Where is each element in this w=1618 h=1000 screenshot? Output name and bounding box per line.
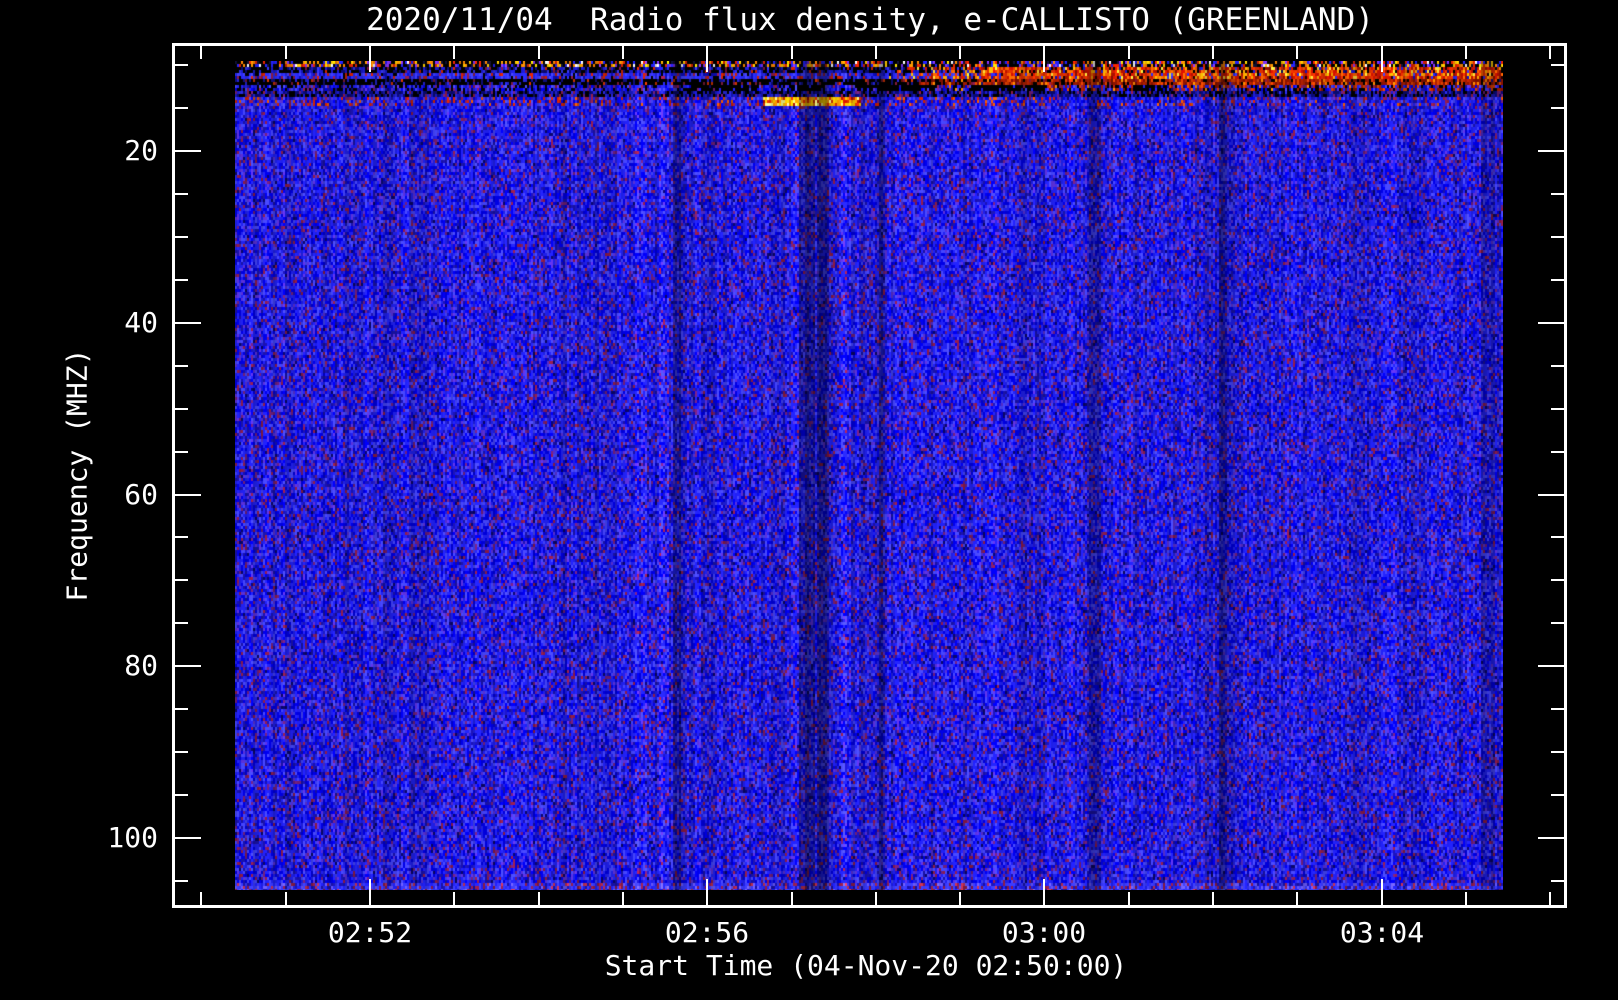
y-axis-major-tick-right <box>1538 837 1564 839</box>
y-axis-minor-tick-right <box>1551 751 1564 753</box>
y-axis-major-tick <box>175 494 201 496</box>
x-axis-minor-tick <box>1465 892 1467 905</box>
y-axis-major-tick-right <box>1538 322 1564 324</box>
y-axis-minor-tick <box>175 536 188 538</box>
y-axis-minor-tick-right <box>1551 365 1564 367</box>
x-axis-minor-tick <box>1128 892 1130 905</box>
y-tick-label: 100 <box>107 821 158 854</box>
y-axis-minor-tick <box>175 64 188 66</box>
y-axis-minor-tick <box>175 579 188 581</box>
x-axis-minor-tick-top <box>285 46 287 59</box>
x-axis-minor-tick-top <box>622 46 624 59</box>
y-axis-minor-tick <box>175 451 188 453</box>
y-axis-minor-tick-right <box>1551 279 1564 281</box>
x-axis-minor-tick-top <box>875 46 877 59</box>
y-tick-label: 20 <box>124 134 158 167</box>
x-tick-label: 03:00 <box>1001 916 1087 949</box>
y-axis-minor-tick-right <box>1551 579 1564 581</box>
x-axis-minor-tick <box>453 892 455 905</box>
x-axis-minor-tick <box>1296 892 1298 905</box>
chart-title: 2020/11/04 Radio flux density, e-CALLIST… <box>366 2 1374 38</box>
y-axis-minor-tick-right <box>1551 64 1564 66</box>
x-axis-minor-tick <box>875 892 877 905</box>
y-axis-major-tick-right <box>1538 665 1564 667</box>
x-axis-minor-tick <box>1212 892 1214 905</box>
y-axis-major-tick-right <box>1538 150 1564 152</box>
y-axis-minor-tick <box>175 751 188 753</box>
y-axis-minor-tick-right <box>1551 622 1564 624</box>
x-axis-title: Start Time (04-Nov-20 02:50:00) <box>604 949 1128 982</box>
x-axis-minor-tick-top <box>200 46 202 59</box>
x-axis-major-tick-top <box>706 46 708 72</box>
y-axis-major-tick <box>175 665 201 667</box>
x-axis-major-tick <box>706 879 708 905</box>
x-axis-minor-tick <box>1549 892 1551 905</box>
y-axis-minor-tick <box>175 279 188 281</box>
y-axis-minor-tick-right <box>1551 794 1564 796</box>
y-axis-minor-tick-right <box>1551 193 1564 195</box>
x-tick-label: 02:52 <box>327 916 413 949</box>
x-axis-minor-tick <box>200 892 202 905</box>
y-axis-major-tick <box>175 150 201 152</box>
x-axis-major-tick-top <box>1043 46 1045 72</box>
x-axis-major-tick-top <box>369 46 371 72</box>
x-axis-major-tick <box>1381 879 1383 905</box>
x-tick-label: 03:04 <box>1339 916 1425 949</box>
x-axis-major-tick <box>369 879 371 905</box>
y-axis-minor-tick-right <box>1551 236 1564 238</box>
y-axis-minor-tick-right <box>1551 708 1564 710</box>
x-axis-minor-tick-top <box>538 46 540 59</box>
y-axis-minor-tick <box>175 365 188 367</box>
x-axis-minor-tick-top <box>959 46 961 59</box>
y-axis-minor-tick-right <box>1551 107 1564 109</box>
spectrogram-page: 2020/11/04 Radio flux density, e-CALLIST… <box>0 0 1618 1000</box>
y-axis-major-tick <box>175 837 201 839</box>
y-axis-minor-tick <box>175 794 188 796</box>
y-axis-minor-tick <box>175 236 188 238</box>
x-axis-minor-tick-top <box>1296 46 1298 59</box>
x-axis-minor-tick-top <box>1212 46 1214 59</box>
y-tick-label: 80 <box>124 649 158 682</box>
y-axis-major-tick-right <box>1538 494 1564 496</box>
y-axis-major-tick <box>175 322 201 324</box>
x-axis-minor-tick <box>285 892 287 905</box>
y-axis-title: Frequency (MHZ) <box>60 348 94 602</box>
y-axis-minor-tick <box>175 708 188 710</box>
y-axis-minor-tick-right <box>1551 536 1564 538</box>
y-axis-minor-tick-right <box>1551 451 1564 453</box>
y-axis-minor-tick <box>175 107 188 109</box>
x-axis-minor-tick-top <box>791 46 793 59</box>
x-axis-minor-tick <box>791 892 793 905</box>
x-axis-minor-tick-top <box>453 46 455 59</box>
y-axis-minor-tick-right <box>1551 408 1564 410</box>
x-tick-label: 02:56 <box>664 916 750 949</box>
y-axis-minor-tick <box>175 193 188 195</box>
x-axis-minor-tick <box>538 892 540 905</box>
spectrogram-canvas <box>235 61 1503 890</box>
x-axis-minor-tick-top <box>1465 46 1467 59</box>
x-axis-minor-tick-top <box>1128 46 1130 59</box>
y-axis-minor-tick <box>175 622 188 624</box>
y-axis-minor-tick <box>175 408 188 410</box>
y-axis-minor-tick-right <box>1551 880 1564 882</box>
x-axis-minor-tick-top <box>1549 46 1551 59</box>
x-axis-minor-tick <box>622 892 624 905</box>
y-axis-minor-tick <box>175 880 188 882</box>
x-axis-major-tick <box>1043 879 1045 905</box>
x-axis-major-tick-top <box>1381 46 1383 72</box>
x-axis-minor-tick <box>959 892 961 905</box>
y-tick-label: 40 <box>124 306 158 339</box>
